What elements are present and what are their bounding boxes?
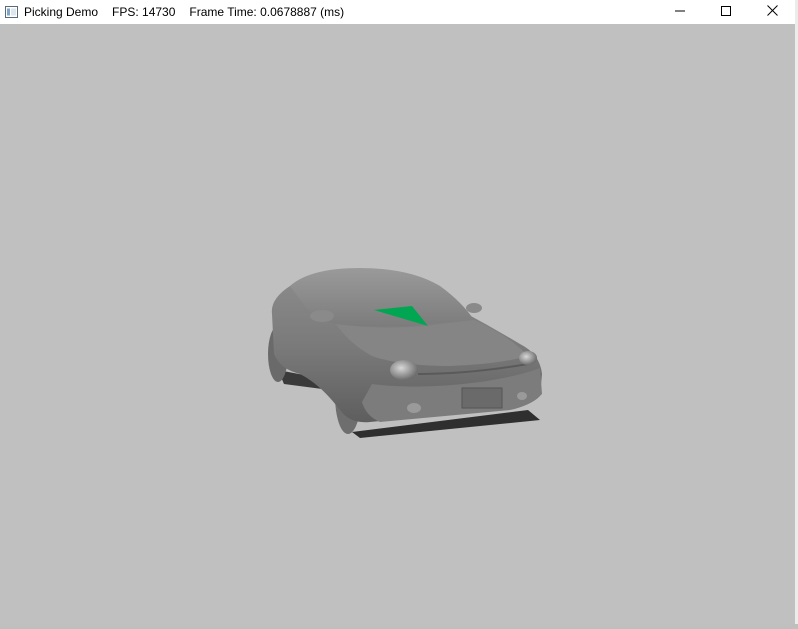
minimize-button[interactable] (657, 0, 703, 24)
car-model[interactable] (268, 268, 542, 438)
license-plate (461, 387, 503, 409)
maximize-icon (721, 3, 731, 21)
frame-time-readout: Frame Time: 0.0678887 (ms) (189, 5, 345, 19)
close-icon (766, 3, 778, 21)
app-window: Picking Demo FPS: 14730 Frame Time: 0.06… (0, 0, 796, 624)
right-mirror (466, 303, 482, 313)
maximize-button[interactable] (703, 0, 749, 24)
window-title: Picking Demo (24, 5, 99, 19)
left-mirror (310, 310, 334, 322)
title-bar[interactable]: Picking Demo FPS: 14730 Frame Time: 0.06… (0, 0, 795, 24)
left-fog-light (407, 403, 421, 413)
scene-canvas[interactable] (0, 24, 795, 624)
left-headlight (390, 360, 418, 380)
right-fog-light (517, 392, 527, 400)
window-controls (657, 0, 795, 24)
minimize-icon (675, 3, 685, 21)
right-headlight (519, 351, 537, 365)
render-viewport[interactable] (0, 24, 795, 624)
fps-readout: FPS: 14730 (112, 5, 176, 19)
close-button[interactable] (749, 0, 795, 24)
app-window-icon (4, 5, 18, 19)
